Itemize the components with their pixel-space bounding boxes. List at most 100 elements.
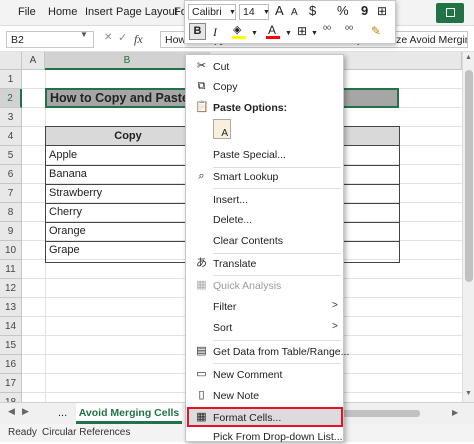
menu-separator	[213, 340, 341, 341]
cancel-icon[interactable]: ✕	[104, 32, 112, 43]
row-header[interactable]: 1	[0, 70, 22, 89]
tab-insert[interactable]: Insert	[85, 6, 113, 18]
shrink-font-icon[interactable]: A	[291, 6, 298, 20]
row-header[interactable]: 6	[0, 165, 22, 184]
row-header[interactable]: 7	[0, 184, 22, 203]
row-header[interactable]: 12	[0, 279, 22, 298]
percent-icon[interactable]: %	[337, 4, 349, 18]
scroll-up-icon[interactable]: ▲	[465, 54, 472, 61]
tab-file[interactable]: File	[18, 6, 36, 18]
format-painter-brush-icon[interactable]: ✎	[371, 24, 381, 38]
currency-icon[interactable]: $	[309, 4, 316, 18]
menu-item-format-cells[interactable]: Format Cells...	[213, 411, 281, 425]
menu-item-copy[interactable]: Copy	[213, 80, 238, 94]
menu-separator	[213, 167, 341, 168]
table-cell[interactable]: Cherry	[46, 203, 82, 222]
menu-item-new-comment[interactable]: New Comment	[213, 368, 282, 382]
quick-analysis-icon: ▦	[196, 279, 207, 291]
font-size-value: 14	[243, 6, 255, 18]
row-header[interactable]: 2	[0, 89, 22, 108]
mini-toolbar: Calibri ▼ 14 ▼ A A $ % 9 ⊞ B I ◈ ▼ A ▼ ⊞…	[184, 0, 396, 44]
scroll-down-icon[interactable]: ▼	[465, 390, 472, 397]
menu-item-insert[interactable]: Insert...	[213, 193, 248, 207]
menu-item-get-data[interactable]: Get Data from Table/Range...	[213, 345, 349, 359]
chevron-down-icon[interactable]: ▼	[311, 27, 318, 41]
row-header[interactable]: 8	[0, 203, 22, 222]
row-header[interactable]: 10	[0, 241, 22, 260]
table-cell[interactable]: Banana	[46, 165, 87, 184]
chevron-down-icon[interactable]: ▼	[251, 27, 258, 41]
enter-icon[interactable]: ✓	[118, 31, 127, 44]
translate-icon: あ	[196, 257, 207, 269]
fill-color-button[interactable]: ◈	[231, 23, 251, 41]
menu-item-sort[interactable]: Sort	[213, 321, 232, 335]
prev-sheet-icon[interactable]: ◀	[8, 406, 15, 417]
italic-button[interactable]: I	[213, 25, 217, 39]
menu-item-cut[interactable]: Cut	[213, 60, 229, 74]
menu-item-new-note[interactable]: New Note	[213, 389, 259, 403]
status-ready: Ready	[8, 427, 37, 438]
row-header[interactable]: 14	[0, 317, 22, 336]
row-header[interactable]: 11	[0, 260, 22, 279]
borders-icon[interactable]: ⊞	[297, 24, 307, 38]
bold-button[interactable]: B	[189, 23, 206, 40]
chevron-down-icon[interactable]: ▼	[229, 6, 236, 20]
format-painter-icon[interactable]: ⊞	[377, 4, 387, 18]
select-all-corner[interactable]	[0, 52, 22, 70]
new-comment-icon: ▭	[196, 368, 207, 380]
horizontal-scroll-thumb[interactable]	[340, 410, 420, 417]
menu-item-clear-contents[interactable]: Clear Contents	[213, 234, 283, 248]
row-header[interactable]: 5	[0, 146, 22, 165]
menu-separator	[213, 253, 341, 254]
more-sheets[interactable]: ...	[58, 407, 67, 419]
menu-item-filter[interactable]: Filter	[213, 300, 236, 314]
table-cell[interactable]: Orange	[46, 222, 86, 241]
row-header[interactable]: 17	[0, 374, 22, 393]
menu-separator	[213, 188, 341, 189]
row-header[interactable]: 16	[0, 355, 22, 374]
row-header[interactable]: 13	[0, 298, 22, 317]
chevron-right-icon: >	[332, 321, 338, 332]
sheet-tab-active[interactable]: Avoid Merging Cells	[76, 403, 182, 424]
menu-item-delete[interactable]: Delete...	[213, 213, 252, 227]
decimal-decrease-icon[interactable]: ⁰⁰	[345, 24, 353, 38]
column-header-a[interactable]: A	[22, 52, 45, 70]
chevron-down-icon[interactable]: ▼	[285, 27, 292, 41]
font-color-button[interactable]: A	[265, 23, 285, 41]
paste-icon[interactable]: A	[213, 119, 231, 139]
fill-color-swatch	[232, 36, 246, 39]
menu-item-paste-special[interactable]: Paste Special...	[213, 148, 286, 162]
menu-item-smart-lookup[interactable]: Smart Lookup	[213, 170, 278, 184]
grow-font-icon[interactable]: A	[275, 4, 284, 18]
menu-item-translate[interactable]: Translate	[213, 257, 256, 271]
comma-style-icon[interactable]: 9	[361, 4, 368, 18]
clipboard-icon: 📋	[195, 101, 209, 113]
chevron-down-icon[interactable]: ▼	[80, 30, 88, 39]
vertical-scroll-thumb[interactable]	[465, 70, 473, 282]
font-color-icon: A	[268, 23, 277, 37]
menu-separator	[213, 363, 341, 364]
tab-home[interactable]: Home	[48, 6, 77, 18]
row-header[interactable]: 3	[0, 108, 22, 127]
table-cell[interactable]: Grape	[46, 241, 80, 260]
paste-options-heading: Paste Options:	[213, 102, 288, 114]
decimal-increase-icon[interactable]: ⁰⁰	[323, 24, 331, 38]
chevron-down-icon[interactable]: ▼	[263, 6, 270, 20]
insert-function-icon[interactable]: fx	[134, 32, 143, 47]
paint-bucket-icon: ◈	[233, 24, 242, 36]
row-header[interactable]: 9	[0, 222, 22, 241]
status-circular-references[interactable]: Circular References	[42, 424, 130, 442]
tab-page-layout[interactable]: Page Layout	[116, 6, 178, 18]
menu-item-quick-analysis: Quick Analysis	[213, 280, 282, 292]
table-cell[interactable]: Apple	[46, 146, 77, 165]
table-cell[interactable]: Strawberry	[46, 184, 102, 203]
menu-separator	[213, 275, 341, 276]
ribbon-more-button[interactable]	[436, 3, 464, 23]
name-box-value: B2	[11, 34, 24, 46]
row-header[interactable]: 4	[0, 127, 22, 146]
font-name-value: Calibri	[192, 6, 222, 18]
row-header[interactable]: 15	[0, 336, 22, 355]
next-sheet-icon[interactable]: ▶	[22, 406, 29, 417]
scroll-right-icon[interactable]: ▶	[452, 408, 458, 417]
vertical-scrollbar[interactable]: ▲ ▼	[462, 52, 474, 402]
